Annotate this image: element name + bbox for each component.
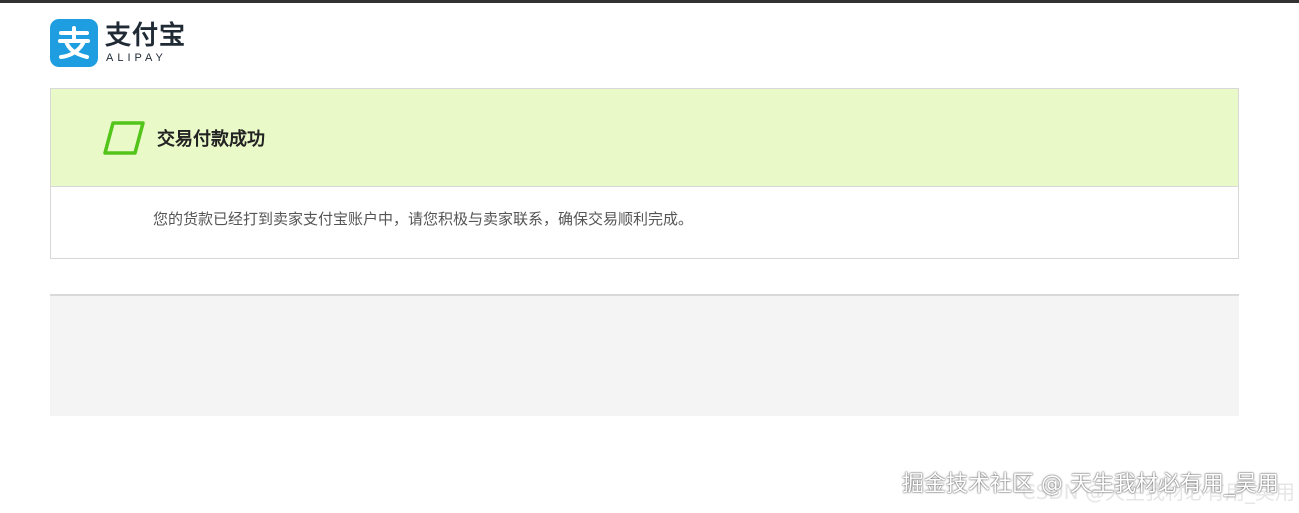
- payment-result-panel: 交易付款成功 您的货款已经打到卖家支付宝账户中，请您积极与卖家联系，确保交易顺利…: [50, 88, 1239, 259]
- logo-chinese-text: 支付宝: [105, 21, 187, 51]
- juejin-watermark: 掘金技术社区 @ 天生我材必有用_吴用: [902, 472, 1279, 497]
- top-border: [0, 0, 1299, 3]
- result-header: 交易付款成功: [51, 89, 1238, 187]
- result-body: 您的货款已经打到卖家支付宝账户中，请您积极与卖家联系，确保交易顺利完成。: [51, 187, 1238, 229]
- result-message: 您的货款已经打到卖家支付宝账户中，请您积极与卖家联系，确保交易顺利完成。: [153, 210, 694, 228]
- alipay-logo[interactable]: 支付宝 ALIPAY: [50, 19, 186, 67]
- success-check-icon: [103, 120, 145, 155]
- logo-english-text: ALIPAY: [106, 52, 167, 64]
- content-panel: [50, 294, 1239, 416]
- alipay-logo-icon: [50, 19, 98, 67]
- result-title: 交易付款成功: [157, 128, 265, 150]
